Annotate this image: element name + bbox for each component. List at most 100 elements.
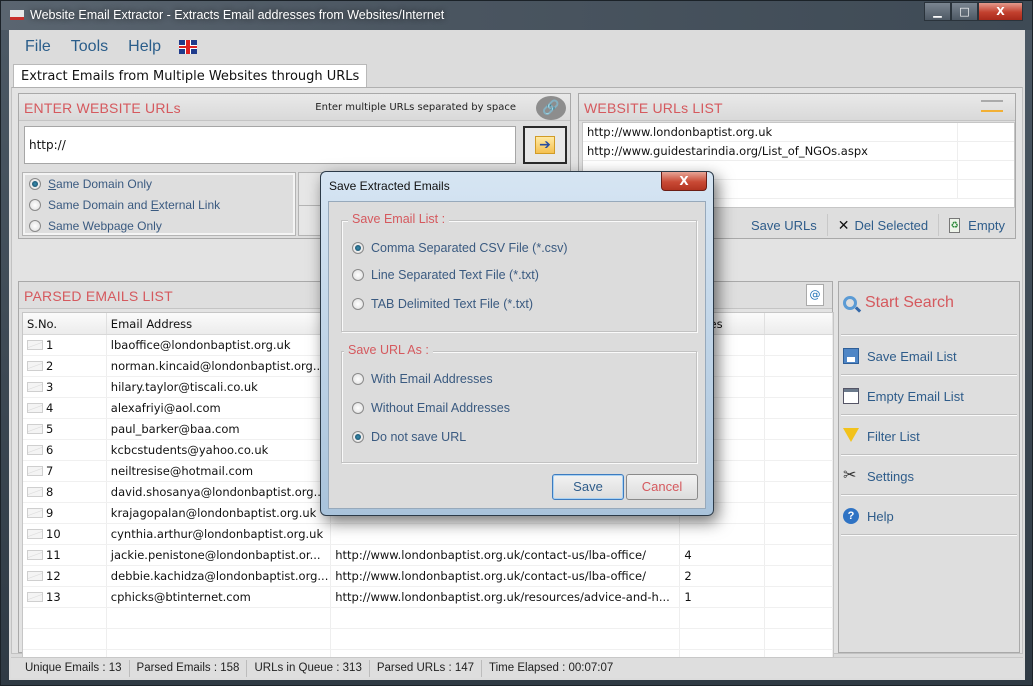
cell-url — [331, 608, 681, 628]
save-urls-button[interactable]: Save URLs — [741, 214, 827, 236]
cell-count — [680, 629, 766, 649]
envelope-icon — [27, 382, 43, 392]
radio-indicator[interactable] — [29, 219, 41, 232]
radio-do-not-save-url[interactable]: Do not save URL — [352, 430, 466, 444]
radio-without-emails[interactable]: Without Email Addresses — [352, 401, 510, 415]
radio-with-emails[interactable]: With Email Addresses — [352, 372, 493, 386]
close-button[interactable]: X — [978, 2, 1023, 21]
radio-indicator[interactable] — [29, 198, 41, 211]
column-header-email[interactable]: Email Address — [107, 313, 332, 334]
table-row[interactable]: 12 debbie.kachidza@londonbaptist.org... ht… — [23, 566, 833, 587]
url-list-item[interactable]: http://www.londonbaptist.org.uk — [583, 123, 1014, 142]
cell-email: lbaoffice@londonbaptist.org.uk — [107, 335, 332, 355]
cell-email: alexafriyi@aol.com — [107, 398, 332, 418]
table-row[interactable] — [23, 629, 833, 650]
cell-extra — [765, 587, 833, 607]
add-url-button[interactable]: ➔ — [523, 126, 567, 164]
radio-indicator[interactable] — [29, 177, 41, 190]
column-header-extra[interactable] — [765, 313, 833, 334]
funnel-icon — [843, 428, 859, 442]
cell-sno: 7 — [23, 461, 107, 481]
arrow-right-icon: ➔ — [535, 136, 555, 154]
empty-urls-button[interactable]: ♻ Empty — [938, 214, 1015, 236]
menu-tools[interactable]: Tools — [71, 38, 108, 56]
table-row[interactable]: 11 jackie.penistone@londonbaptist.or... ht… — [23, 545, 833, 566]
radio-same-domain-external[interactable]: Same Domain and External Link — [23, 194, 295, 215]
menu-help[interactable]: Help — [128, 38, 161, 56]
cancel-button[interactable]: Cancel — [626, 474, 698, 500]
envelope-icon — [27, 550, 43, 560]
title-bar[interactable]: Website Email Extractor - Extracts Email… — [1, 1, 1032, 30]
column-header-sno[interactable]: S.No. — [23, 313, 107, 334]
envelope-icon — [27, 361, 43, 371]
clear-list-icon — [843, 388, 859, 404]
cell-extra — [765, 629, 833, 649]
dialog-close-button[interactable]: X — [661, 172, 707, 191]
cell-sno: 12 — [23, 566, 107, 586]
link-icon[interactable]: 🔗 — [536, 96, 566, 120]
cell-email: jackie.penistone@londonbaptist.or... — [107, 545, 332, 565]
radio-line-separated[interactable]: Line Separated Text File (*.txt) — [352, 268, 539, 282]
menu-file[interactable]: File — [25, 38, 51, 56]
empty-email-list-button[interactable]: Empty Email List — [843, 388, 964, 404]
radio-tab-delimited[interactable]: TAB Delimited Text File (*.txt) — [352, 297, 533, 311]
cell-email: paul_barker@baa.com — [107, 419, 332, 439]
envelope-icon — [27, 403, 43, 413]
cell-extra — [765, 566, 833, 586]
enter-urls-title: ENTER WEBSITE URLs — [24, 100, 181, 116]
uk-flag-icon[interactable] — [179, 40, 198, 54]
export-email-icon[interactable]: @ — [806, 284, 824, 306]
radio-indicator[interactable] — [352, 373, 364, 385]
envelope-icon — [27, 571, 43, 581]
cell-sno: 1 — [23, 335, 107, 355]
divider — [841, 334, 1017, 336]
cell-text: 5 — [46, 422, 54, 436]
cell-email: hilary.taylor@tiscali.co.uk — [107, 377, 332, 397]
url-input[interactable] — [24, 126, 516, 164]
cell-sno: 5 — [23, 419, 107, 439]
radio-indicator[interactable] — [352, 242, 364, 254]
envelope-icon — [27, 424, 43, 434]
table-row[interactable] — [23, 608, 833, 629]
table-row[interactable]: 13 cphicks@btinternet.com http://www.londo… — [23, 587, 833, 608]
divider — [841, 494, 1017, 496]
radio-csv[interactable]: Comma Separated CSV File (*.csv) — [352, 241, 568, 255]
cell-sno: 8 — [23, 482, 107, 502]
parsed-emails-title: PARSED EMAILS LIST — [24, 288, 173, 304]
status-bar: Unique Emails : 13 Parsed Emails : 158 U… — [11, 657, 1023, 678]
settings-button[interactable]: ✂ Settings — [843, 468, 914, 484]
minimize-button[interactable]: ▁ — [924, 2, 951, 21]
radio-indicator[interactable] — [352, 431, 364, 443]
status-urls-in-queue: URLs in Queue : 313 — [247, 659, 370, 677]
radio-same-domain[interactable]: Same Domain Only — [23, 173, 295, 194]
help-button[interactable]: ? Help — [843, 508, 894, 524]
filter-list-button[interactable]: Filter List — [843, 428, 920, 444]
cell-text: 1 — [46, 338, 54, 352]
radio-same-webpage[interactable]: Same Webpage Only — [23, 215, 295, 236]
envelope-icon — [27, 340, 43, 350]
tab-extract-multiple-websites[interactable]: Extract Emails from Multiple Websites th… — [13, 64, 368, 88]
save-email-list-group: Save Email List : Comma Separated CSV Fi… — [341, 212, 697, 332]
cell-extra — [765, 377, 833, 397]
url-list-item[interactable]: http://www.guidestarindia.org/List_of_NG… — [583, 142, 1014, 161]
cell-extra — [765, 440, 833, 460]
app-window: Website Email Extractor - Extracts Email… — [0, 0, 1033, 686]
radio-indicator[interactable] — [352, 298, 364, 310]
table-row[interactable]: 10 cynthia.arthur@londonbaptist.org.uk — [23, 524, 833, 545]
menu-bar: File Tools Help — [9, 34, 198, 60]
maximize-button[interactable]: □ — [951, 2, 978, 21]
cell-extra — [765, 461, 833, 481]
cell-extra — [765, 356, 833, 376]
delete-selected-button[interactable]: ✕ Del Selected — [826, 214, 938, 236]
save-email-list-button[interactable]: Save Email List — [843, 348, 957, 364]
save-button[interactable]: Save — [552, 474, 624, 500]
cell-extra — [765, 545, 833, 565]
radio-indicator[interactable] — [352, 402, 364, 414]
cell-email: krajagopalan@londonbaptist.org.uk — [107, 503, 332, 523]
import-urls-icon[interactable] — [981, 100, 1003, 112]
scope-options: Same Domain Only Same Domain and Externa… — [22, 172, 296, 236]
envelope-icon — [27, 592, 43, 602]
group-title: Save URL As : — [344, 343, 433, 357]
radio-indicator[interactable] — [352, 269, 364, 281]
start-search-button[interactable]: Start Search — [843, 294, 954, 312]
